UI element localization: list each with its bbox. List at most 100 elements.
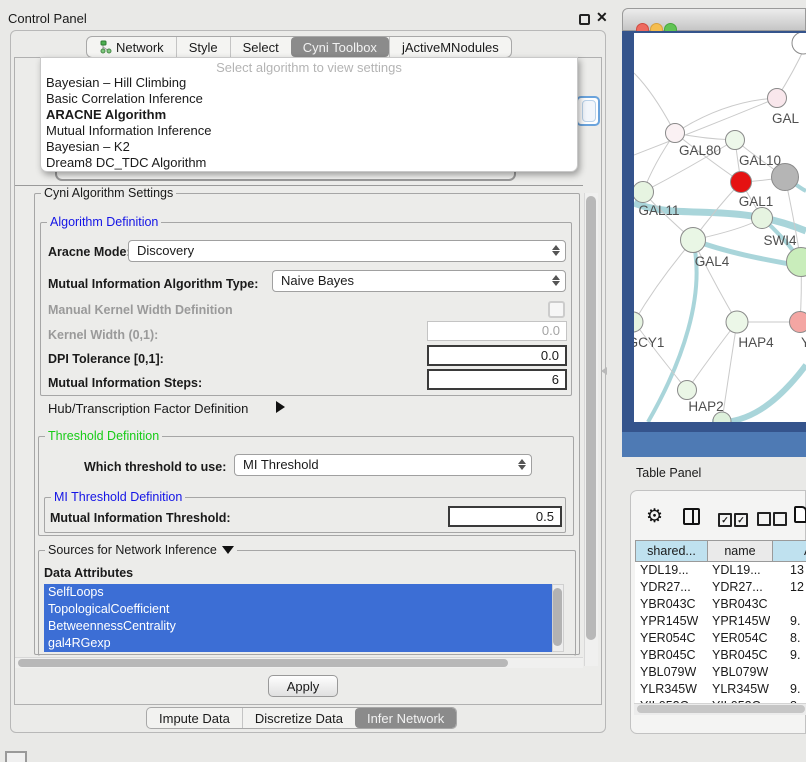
dropdown-item-mutual-information-inference[interactable]: Mutual Information Inference [46, 123, 572, 139]
tab-select[interactable]: Select [230, 37, 291, 57]
node-label: GAL4 [695, 254, 730, 269]
column-header-shared[interactable]: shared... [635, 541, 707, 561]
tab-impute-data[interactable]: Impute Data [147, 708, 242, 728]
node-label: GCY1 [634, 335, 664, 350]
network-graph: GALGAL80GAL10GAL1GAL11GAL4SWI4GCY1HAP4YH… [634, 33, 806, 422]
gear-icon[interactable]: ⚙ [646, 505, 663, 528]
dropdown-item-bayesian-k2[interactable]: Bayesian – K2 [46, 139, 572, 155]
hide-columns-icon[interactable] [757, 512, 789, 529]
node-label: GAL11 [638, 203, 679, 218]
table-row[interactable]: YPR145W YPR145W 9. [635, 613, 806, 630]
cell: 13 [790, 562, 804, 579]
attribute-betweennesscentrality[interactable]: BetweennessCentrality [44, 618, 552, 635]
network-canvas[interactable]: GALGAL80GAL10GAL1GAL11GAL4SWI4GCY1HAP4YH… [634, 33, 806, 422]
threshold-definition-title: Threshold Definition [45, 429, 162, 443]
tab-jactivemnodules[interactable]: jActiveMNodules [389, 37, 511, 57]
network-node-gcy1[interactable] [634, 312, 643, 332]
network-node-hap2[interactable] [678, 381, 697, 400]
hub-definition-toggle[interactable]: Hub/Transcription Factor Definition [48, 401, 248, 416]
network-node-hap4[interactable] [726, 311, 748, 333]
network-window-titlebar[interactable] [622, 8, 806, 31]
table-panel-title: Table Panel [636, 466, 701, 480]
show-columns-icon[interactable]: ✓✓ [718, 512, 750, 527]
apply-button[interactable]: Apply [268, 675, 338, 697]
tab-infer-network[interactable]: Infer Network [355, 708, 456, 728]
column-header-name[interactable]: name [707, 541, 772, 561]
table-horizontal-scrollbar-thumb[interactable] [637, 705, 805, 713]
cell: YPR145W [640, 613, 698, 630]
mi-steps-input[interactable]: 6 [427, 369, 567, 390]
cell: YLR345W [640, 681, 697, 698]
dropdown-item-basic-correlation-inference[interactable]: Basic Correlation Inference [46, 91, 572, 107]
dropdown-item-bayesian-hill-climbing[interactable]: Bayesian – Hill Climbing [46, 75, 572, 91]
collapse-down-icon[interactable] [222, 546, 234, 554]
network-node-swi4[interactable] [787, 248, 806, 277]
cyni-algorithm-settings-title: Cyni Algorithm Settings [41, 186, 176, 200]
close-icon[interactable]: ✕ [596, 9, 608, 26]
cell: 12 [790, 579, 804, 596]
cell: YBR045C [640, 647, 696, 664]
settings-horizontal-scrollbar-thumb[interactable] [18, 659, 508, 667]
algorithm-dropdown[interactable]: Select algorithm to view settings Bayesi… [40, 57, 578, 172]
settings-vertical-scrollbar-thumb[interactable] [586, 196, 596, 640]
tab-cyni-toolbox[interactable]: Cyni Toolbox [291, 37, 389, 57]
mi-threshold-label: Mutual Information Threshold: [50, 511, 231, 525]
mi-type-label: Mutual Information Algorithm Type: [48, 277, 258, 291]
stepper-icon [551, 274, 560, 287]
table-row[interactable]: YLR345WYLR345W9. [635, 681, 806, 698]
manual-kernel-label: Manual Kernel Width Definition [48, 303, 233, 317]
table-row[interactable]: YBL079WYBL079W [635, 664, 806, 681]
network-node-gal10[interactable] [726, 131, 745, 150]
mi-type-select[interactable]: Naive Bayes [272, 270, 566, 292]
cell: YBR045C [712, 647, 768, 664]
network-node-gal11[interactable] [634, 182, 654, 203]
aracne-mode-select[interactable]: Discovery [128, 240, 566, 262]
column-header-a[interactable]: A [772, 541, 806, 561]
node-label: GAL1 [739, 194, 774, 209]
manual-kernel-checkbox[interactable] [548, 301, 565, 318]
network-node-y[interactable] [790, 312, 806, 333]
table-row[interactable]: YBR045CYBR045C9. [635, 647, 806, 664]
data-attributes-list[interactable]: SelfLoopsTopologicalCoefficientBetweenne… [44, 584, 552, 652]
attributes-scrollbar-thumb[interactable] [553, 588, 562, 646]
table-row[interactable]: YBR043CYBR043C [635, 596, 806, 613]
aracne-mode-value: Discovery [137, 243, 194, 258]
dropdown-item-aracne-algorithm[interactable]: ARACNE Algorithm [46, 107, 572, 123]
attribute-selfloops[interactable]: SelfLoops [44, 584, 552, 601]
which-threshold-value: MI Threshold [243, 457, 319, 472]
tab-network[interactable]: Network [87, 37, 176, 57]
collapsed-panel-icon[interactable] [5, 751, 27, 762]
tab-discretize-data[interactable]: Discretize Data [242, 708, 355, 728]
node-label: SWI4 [763, 233, 796, 248]
export-table-icon[interactable] [794, 506, 806, 523]
network-edge [634, 73, 675, 133]
network-node[interactable] [792, 33, 806, 54]
split-columns-icon[interactable] [683, 508, 700, 525]
cell: YBR043C [640, 596, 696, 613]
mi-threshold-input[interactable]: 0.5 [448, 506, 562, 527]
float-window-icon[interactable] [579, 14, 590, 25]
network-node-gal4[interactable] [681, 228, 706, 253]
table-row[interactable]: YDR27...YDR27...12 [635, 579, 806, 596]
tab-style[interactable]: Style [176, 37, 230, 57]
network-node[interactable] [731, 172, 752, 193]
attribute-topologicalcoefficient[interactable]: TopologicalCoefficient [44, 601, 552, 618]
expand-right-icon[interactable] [276, 401, 285, 413]
network-node-gal1[interactable] [752, 208, 773, 229]
attribute-gal4rgexp[interactable]: gal4RGexp [44, 635, 552, 652]
table-row[interactable]: YER054CYER054C8. [635, 630, 806, 647]
dpi-tolerance-input[interactable]: 0.0 [427, 345, 567, 366]
panel-resize-arrow[interactable] [601, 367, 607, 375]
cell: 9. [790, 613, 800, 630]
network-node-gal[interactable] [768, 89, 787, 108]
algorithm-definition-title: Algorithm Definition [47, 215, 161, 229]
cell: YPR145W [712, 613, 770, 630]
kernel-width-input[interactable]: 0.0 [427, 321, 567, 341]
table-row[interactable]: YDL19...YDL19...13 [635, 562, 806, 579]
which-threshold-select[interactable]: MI Threshold [234, 454, 532, 476]
network-node-gal80[interactable] [666, 124, 685, 143]
network-frame-band [622, 432, 806, 457]
dropdown-item-dream8-dc-tdc-algorithm[interactable]: Dream8 DC_TDC Algorithm [46, 155, 572, 171]
dpi-tolerance-label: DPI Tolerance [0,1]: [48, 352, 164, 366]
cell: YER054C [640, 630, 696, 647]
